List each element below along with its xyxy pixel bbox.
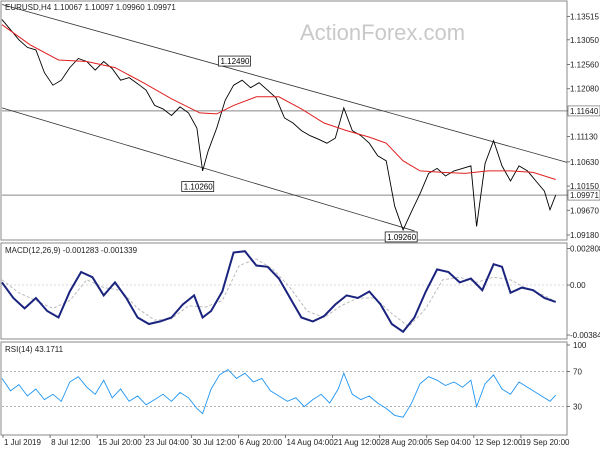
macd-signal-line <box>1 258 556 328</box>
price-panel-frame <box>0 0 568 241</box>
price-tick-label-2: 1.12560 <box>570 61 599 70</box>
moving-average-line <box>1 24 556 180</box>
price-series-line <box>1 19 557 232</box>
rsi-tick-label-1: 70 <box>573 367 582 376</box>
channel-lower-line <box>1 107 415 232</box>
rsi-tick-label-3: 30 <box>573 403 582 412</box>
macd-layer <box>1 250 567 334</box>
chart-title: EURUSD,H4 1.10067 1.10097 1.09960 1.0997… <box>5 3 176 12</box>
x-tick-label-4: 30 Jul 12:00 <box>192 438 236 447</box>
price-tick-label-1: 1.13050 <box>570 36 599 45</box>
x-tick-label-9: 5 Sep 04:00 <box>428 438 472 447</box>
rsi-line <box>1 369 557 418</box>
chart-svg: ActionForex.com 1.12490 1.10260 1.09260 1.… <box>0 0 600 447</box>
x-tick-label-0: 1 Jul 2019 <box>4 438 41 447</box>
annotation-label-1: 1.10260 <box>184 183 213 192</box>
macd-line <box>1 250 557 334</box>
x-tick-label-5: 6 Aug 20:00 <box>239 438 282 447</box>
annotation-label-0: 1.12490 <box>220 57 249 66</box>
x-tick-label-2: 15 Jul 20:00 <box>98 438 142 447</box>
watermark: ActionForex.com <box>300 20 465 45</box>
x-tick-label-7: 21 Aug 12:00 <box>334 438 382 447</box>
macd-tick-label-2: -0.003848 <box>570 331 600 340</box>
x-tick-label-11: 19 Sep 20:00 <box>522 438 570 447</box>
price-tick-label-7: 1.10150 <box>570 182 599 191</box>
annotation-label-2: 1.09260 <box>387 233 416 242</box>
price-tick-label-4: 1.11640 <box>570 107 599 116</box>
rsi-tick-label-0: 100 <box>573 341 587 350</box>
macd-label: MACD(12,26,9) -0.001283 -0.001339 <box>5 246 138 255</box>
rsi-label: RSI(14) 43.1711 <box>5 345 64 354</box>
price-tick-label-6: 1.10630 <box>570 158 599 167</box>
x-tick-label-8: 28 Aug 20:00 <box>381 438 429 447</box>
x-tick-label-10: 12 Sep 12:00 <box>475 438 523 447</box>
price-tick-label-8: 1.09971 <box>570 191 599 200</box>
x-tick-label-3: 23 Jul 04:00 <box>145 438 189 447</box>
x-tick-label-1: 8 Jul 12:00 <box>51 438 91 447</box>
price-tick-label-10: 1.09180 <box>570 231 599 240</box>
macd-tick-label-1: 0.00 <box>570 281 586 290</box>
x-tick-label-6: 14 Aug 04:00 <box>287 438 335 447</box>
chart-stage: ActionForex.com 1.12490 1.10260 1.09260 1.… <box>0 0 600 450</box>
price-tick-label-0: 1.13515 <box>570 12 599 21</box>
rsi-panel-frame <box>0 341 568 436</box>
price-tick-label-3: 1.12080 <box>570 85 599 94</box>
price-tick-label-5: 1.11130 <box>570 133 598 142</box>
channel-upper-line <box>1 4 568 163</box>
axis-layer: 1.13515 1.13050 1.12560 1.12080 1.11640 1.111… <box>2 12 600 447</box>
macd-tick-label-0: 0.002808 <box>570 244 600 253</box>
price-layer: 1.12490 1.10260 1.09260 <box>1 4 568 243</box>
price-tick-label-9: 1.09670 <box>570 206 599 215</box>
rsi-layer <box>1 369 567 418</box>
